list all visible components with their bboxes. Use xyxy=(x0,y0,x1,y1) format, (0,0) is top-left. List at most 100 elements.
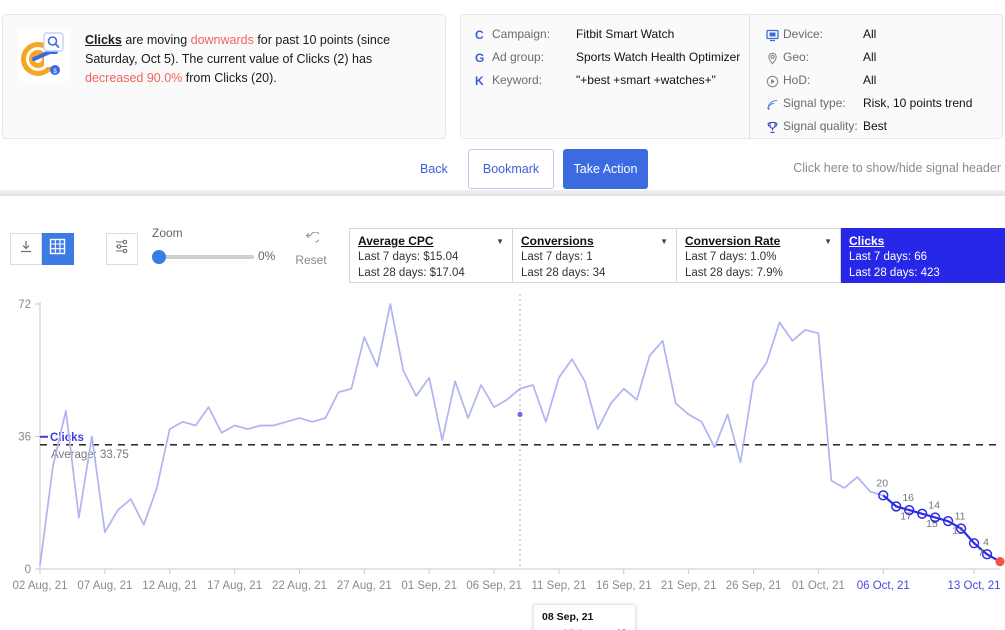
meta-label-signal-type: Signal type: xyxy=(783,96,846,110)
summary-metric-name: Clicks xyxy=(85,33,122,47)
clock-icon xyxy=(766,73,783,89)
x-tick-label: 01 Sep, 21 xyxy=(401,580,457,592)
meta-row-signal-quality: Signal quality: Best xyxy=(766,119,1001,142)
y-tick-label: 36 xyxy=(18,432,31,444)
download-icon xyxy=(18,239,34,260)
geo-pin-icon xyxy=(766,50,783,66)
x-tick-label: 13 Oct, 21 xyxy=(948,580,1001,592)
chart-canvas[interactable]: 0 36 72 02 Aug, 21 07 Aug, 21 12 Aug, 21 17 Au… xyxy=(0,284,1005,630)
chevron-down-icon[interactable]: ▼ xyxy=(824,237,832,246)
meta-value-adgroup: Sports Watch Health Optimizer xyxy=(576,50,741,64)
device-icon xyxy=(766,27,783,43)
tab-last7: Last 7 days: $15.04 xyxy=(358,251,459,263)
meta-row-geo: Geo: All xyxy=(766,50,1001,73)
campaign-icon: C xyxy=(475,28,484,42)
trend-last-point[interactable] xyxy=(995,557,1005,567)
chevron-down-icon[interactable]: ▼ xyxy=(660,237,668,246)
meta-value-signal-quality: Best xyxy=(863,119,888,133)
reset-label: Reset xyxy=(295,253,327,267)
meta-label-campaign: Campaign: xyxy=(492,27,551,41)
meta-value-signal-type: Risk, 10 points trend xyxy=(863,96,973,110)
meta-value-geo: All xyxy=(863,50,877,64)
sliders-icon xyxy=(114,238,131,260)
meta-row-device: Device: All xyxy=(766,27,1001,50)
zoom-percent-value: 0% xyxy=(258,249,276,263)
tooltip-date: 08 Sep, 21 xyxy=(542,611,594,623)
meta-value-campaign: Fitbit Smart Watch xyxy=(576,27,675,41)
summary-change: decreased 90.0% xyxy=(85,71,183,85)
x-tick-label: 11 Sep, 21 xyxy=(532,580,587,592)
meta-row-keyword: K Keyword: "+best +smart +watches+" xyxy=(475,73,749,96)
zoom-slider-knob[interactable] xyxy=(152,250,166,264)
target-search-icon: $ xyxy=(17,29,71,81)
meta-label-adgroup: Ad group: xyxy=(492,50,545,64)
tab-last7: Last 7 days: 1 xyxy=(521,251,593,263)
meta-row-adgroup: G Ad group: Sports Watch Health Optimize… xyxy=(475,50,749,73)
table-view-button[interactable] xyxy=(42,233,74,265)
signal-meta-card: C Campaign: Fitbit Smart Watch G Ad grou… xyxy=(460,14,1003,139)
tab-last28: Last 28 days: $17.04 xyxy=(358,267,465,279)
signal-summary-text: Clicks are moving downwards for past 10 … xyxy=(85,29,425,88)
chevron-down-icon[interactable]: ▼ xyxy=(496,237,504,246)
tab-title: Clicks xyxy=(849,234,885,248)
take-action-button[interactable]: Take Action xyxy=(563,149,648,189)
trophy-icon xyxy=(766,119,783,135)
trend-data-label: 11 xyxy=(955,511,966,523)
x-tick-label: 27 Aug, 21 xyxy=(337,580,392,592)
tab-conversion-rate[interactable]: Conversion Rate Last 7 days: 1.0% Last 2… xyxy=(677,228,841,283)
x-tick-label: 06 Oct, 21 xyxy=(857,580,910,592)
header-divider xyxy=(0,190,1005,196)
toggle-signal-header-hint[interactable]: Click here to show/hide signal header xyxy=(793,161,1001,175)
tab-last28: Last 28 days: 423 xyxy=(849,267,940,279)
meta-row-hod: HoD: All xyxy=(766,73,1001,96)
summary-text-3: from Clicks (20). xyxy=(182,71,277,85)
x-tick-label: 12 Aug, 21 xyxy=(142,580,197,592)
header-cards: $ Clicks are moving downwards for past 1… xyxy=(0,14,1005,140)
meta-row-campaign: C Campaign: Fitbit Smart Watch xyxy=(475,27,749,50)
zoom-slider-track xyxy=(162,255,254,259)
x-tick-label: 17 Aug, 21 xyxy=(207,580,262,592)
tab-last28: Last 28 days: 7.9% xyxy=(685,267,783,279)
zoom-slider[interactable] xyxy=(152,250,254,264)
tab-title: Average CPC xyxy=(358,234,434,248)
x-tick-label: 01 Oct, 21 xyxy=(792,580,845,592)
meta-value-hod: All xyxy=(863,73,877,87)
reset-zoom-button[interactable]: Reset xyxy=(292,231,330,267)
y-tick-label: 72 xyxy=(18,299,31,311)
trend-data-label: 4 xyxy=(983,536,989,548)
meta-row-signal-type: Signal type: Risk, 10 points trend xyxy=(766,96,1001,119)
trend-data-label: 16 xyxy=(902,492,914,504)
undo-arrow-icon xyxy=(292,231,330,251)
table-grid-icon xyxy=(49,238,66,260)
tab-conversions[interactable]: Conversions Last 7 days: 1 Last 28 days:… xyxy=(513,228,677,283)
adgroup-icon: G xyxy=(475,51,485,65)
signal-detail-page: $ Clicks are moving downwards for past 1… xyxy=(0,0,1005,630)
chart-settings-button[interactable] xyxy=(106,233,138,265)
bookmark-button[interactable]: Bookmark xyxy=(468,149,554,189)
summary-direction: downwards xyxy=(190,33,254,47)
tab-clicks[interactable]: Clicks Last 7 days: 66 Last 28 days: 423 xyxy=(841,228,1005,283)
chart-toolbar: Zoom 0% Reset Average CPC Last 7 days: $… xyxy=(0,208,1005,284)
tab-title: Conversion Rate xyxy=(685,234,781,248)
tab-average-cpc[interactable]: Average CPC Last 7 days: $15.04 Last 28 … xyxy=(349,228,513,283)
meta-label-device: Device: xyxy=(783,27,824,41)
back-button[interactable]: Back xyxy=(420,162,448,176)
tab-title: Conversions xyxy=(521,234,594,248)
x-tick-label: 22 Aug, 21 xyxy=(272,580,327,592)
meta-label-geo: Geo: xyxy=(783,50,810,64)
view-mode-button-group xyxy=(10,233,74,265)
x-tick-label: 26 Sep, 21 xyxy=(726,580,782,592)
meta-label-hod: HoD: xyxy=(783,73,811,87)
signal-header: $ Clicks are moving downwards for past 1… xyxy=(0,0,1005,196)
meta-value-device: All xyxy=(863,27,877,41)
metric-tabs: Average CPC Last 7 days: $15.04 Last 28 … xyxy=(349,228,1005,283)
keyword-icon: K xyxy=(475,74,484,88)
download-button[interactable] xyxy=(10,233,42,265)
signal-wave-icon xyxy=(766,96,783,112)
y-tick-label: 0 xyxy=(25,564,31,576)
hovered-data-point[interactable] xyxy=(517,411,523,418)
x-tick-label: 21 Sep, 21 xyxy=(661,580,717,592)
x-tick-label: 06 Sep, 21 xyxy=(466,580,522,592)
zoom-label: Zoom xyxy=(152,226,183,240)
summary-text-1: are moving xyxy=(121,33,191,47)
